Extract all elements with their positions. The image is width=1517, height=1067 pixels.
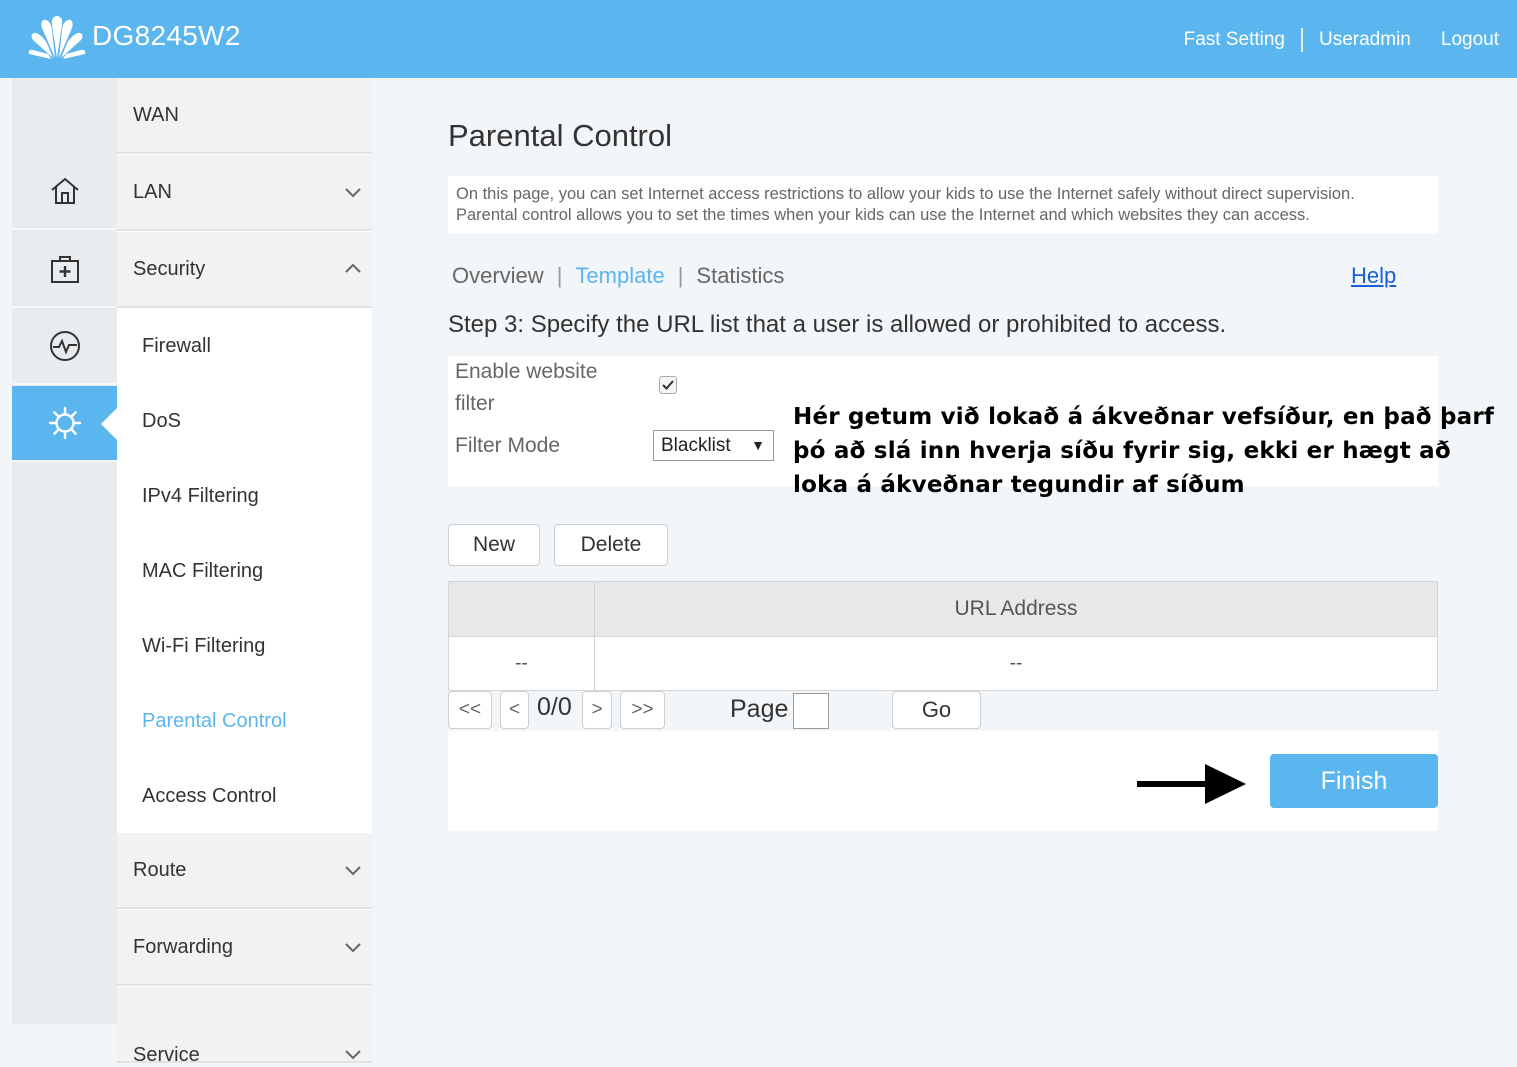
pulse-icon xyxy=(49,331,80,361)
menu-wan[interactable]: WAN xyxy=(117,78,372,154)
filter-mode-select[interactable]: Blacklist ▼ xyxy=(653,430,774,461)
tab-template[interactable]: Template xyxy=(575,263,664,289)
arrow-right-icon xyxy=(1137,764,1246,804)
url-table: URL Address -- -- xyxy=(448,581,1438,691)
chevron-down-icon xyxy=(345,188,361,198)
table-header: URL Address xyxy=(449,582,1437,636)
dropdown-arrow-icon: ▼ xyxy=(751,437,765,453)
gear-icon xyxy=(48,406,81,440)
chevron-down-icon xyxy=(345,1050,361,1060)
menu-item-wifi-filtering[interactable]: Wi-Fi Filtering xyxy=(142,635,265,658)
page-description: On this page, you can set Internet acces… xyxy=(448,176,1438,234)
chevron-down-icon xyxy=(345,943,361,953)
maintenance-nav[interactable] xyxy=(12,232,117,308)
status-nav[interactable] xyxy=(12,309,117,385)
home-icon xyxy=(50,177,79,204)
page-input[interactable] xyxy=(793,693,829,729)
select-column-header xyxy=(449,582,595,636)
enable-filter-label: Enable website filter xyxy=(455,360,598,415)
last-page-button[interactable]: >> xyxy=(620,691,665,729)
table-row[interactable]: -- -- xyxy=(449,636,1437,691)
page-label: Page xyxy=(730,695,789,723)
settings-nav[interactable] xyxy=(12,386,117,462)
new-button[interactable]: New xyxy=(448,524,540,566)
prev-page-button[interactable]: < xyxy=(500,691,529,729)
menu-route[interactable]: Route xyxy=(117,833,372,909)
medical-kit-icon xyxy=(50,256,79,283)
step-instructions: Step 3: Specify the URL list that a user… xyxy=(448,311,1227,338)
table-cell: -- xyxy=(1009,653,1023,674)
tab-bar: Overview | Template | Statistics xyxy=(452,263,785,289)
link-separator xyxy=(1301,28,1303,52)
page-count: 0/0 xyxy=(537,693,572,721)
menu-item-ipv4-filtering[interactable]: IPv4 Filtering xyxy=(142,485,259,508)
side-menu: WAN LAN Security Firewall DoS IPv4 Filte… xyxy=(117,78,372,1066)
menu-service[interactable]: Service xyxy=(117,987,372,1066)
top-links: Fast Setting Useradmin Logout xyxy=(1184,28,1499,52)
delete-button[interactable]: Delete xyxy=(554,524,668,566)
help-link[interactable]: Help xyxy=(1351,263,1396,289)
logout-link[interactable]: Logout xyxy=(1441,29,1499,51)
main-content: Parental Control On this page, you can s… xyxy=(372,78,1517,1024)
useradmin-link[interactable]: Useradmin xyxy=(1319,29,1411,51)
checkmark-icon xyxy=(662,380,674,390)
filter-mode-label: Filter Mode xyxy=(455,434,561,457)
next-page-button[interactable]: > xyxy=(582,691,612,729)
tab-statistics[interactable]: Statistics xyxy=(696,263,784,289)
top-bar: DG8245W2 Fast Setting Useradmin Logout xyxy=(0,0,1517,78)
device-model: DG8245W2 xyxy=(92,20,241,51)
chevron-down-icon xyxy=(345,866,361,876)
chevron-up-icon xyxy=(345,263,361,273)
fast-setting-link[interactable]: Fast Setting xyxy=(1184,29,1285,51)
menu-item-firewall[interactable]: Firewall xyxy=(142,335,211,358)
menu-item-dos[interactable]: DoS xyxy=(142,410,181,433)
menu-item-parental-control[interactable]: Parental Control xyxy=(142,710,287,733)
menu-item-mac-filtering[interactable]: MAC Filtering xyxy=(142,560,263,583)
menu-forwarding[interactable]: Forwarding xyxy=(117,910,372,986)
home-nav[interactable] xyxy=(12,154,117,230)
enable-filter-checkbox[interactable] xyxy=(659,376,677,394)
table-cell: -- xyxy=(449,637,595,691)
menu-lan[interactable]: LAN xyxy=(117,155,372,231)
page-title: Parental Control xyxy=(448,118,673,153)
finish-button[interactable]: Finish xyxy=(1270,754,1438,808)
go-button[interactable]: Go xyxy=(892,691,981,729)
url-column-header: URL Address xyxy=(954,597,1078,620)
icon-rail xyxy=(12,78,117,1024)
pagination: << < 0/0 > >> Page Go xyxy=(448,691,1438,731)
menu-item-access-control[interactable]: Access Control xyxy=(142,785,277,808)
tab-overview[interactable]: Overview xyxy=(452,263,544,289)
menu-security[interactable]: Security xyxy=(117,232,372,308)
huawei-logo-icon xyxy=(28,16,86,59)
first-page-button[interactable]: << xyxy=(448,691,492,729)
annotation-text: Hér getum við lokað á ákveðnar vefsíður,… xyxy=(793,404,1495,498)
